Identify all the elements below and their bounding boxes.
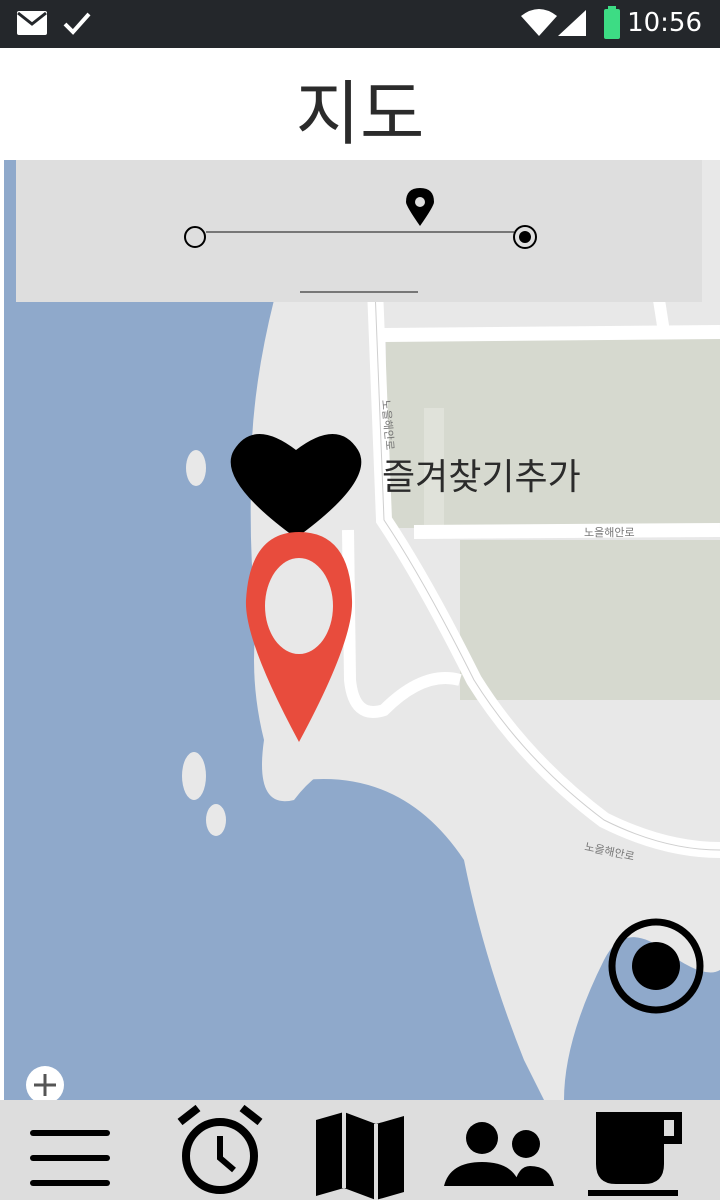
road <box>383 325 720 342</box>
radio-selected-icon <box>513 225 537 249</box>
add-favorite-label[interactable]: 즐겨찾기추가 <box>382 448 581 500</box>
route-slider[interactable] <box>16 160 702 302</box>
nav-menu[interactable] <box>20 1100 120 1200</box>
status-bar: 10:56 <box>0 0 720 48</box>
nav-coffee[interactable] <box>584 1100 694 1200</box>
road <box>413 523 720 539</box>
plus-icon <box>34 1074 56 1096</box>
nav-map[interactable] <box>310 1100 410 1200</box>
nav-alarm[interactable] <box>170 1100 270 1200</box>
page-title: 지도 <box>295 73 425 155</box>
nav-people[interactable] <box>440 1100 560 1200</box>
road-label: 노을해안로 <box>584 525 635 539</box>
wifi-icon <box>521 9 557 36</box>
alarm-icon <box>177 1104 263 1194</box>
coffee-icon <box>588 1112 682 1196</box>
title-bar: 지도 <box>0 48 720 160</box>
menu-icon <box>30 1130 110 1186</box>
location-pin-icon <box>406 188 434 226</box>
people-icon <box>444 1122 554 1186</box>
cell-signal-icon <box>558 10 586 36</box>
road <box>653 299 670 333</box>
status-time: 10:56 <box>627 8 702 38</box>
bottom-nav <box>0 1100 720 1200</box>
check-icon <box>63 12 91 35</box>
zoom-in-button[interactable] <box>26 1066 64 1104</box>
circle-outline-icon <box>184 226 206 248</box>
mail-icon <box>17 11 47 35</box>
map-icon <box>316 1112 404 1200</box>
battery-icon <box>604 6 620 39</box>
route-slider-panel <box>16 160 702 302</box>
